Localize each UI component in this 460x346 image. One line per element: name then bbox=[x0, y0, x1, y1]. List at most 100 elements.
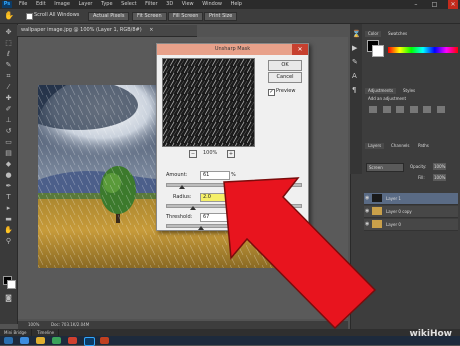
hand-tool-icon[interactable]: ✋ bbox=[3, 226, 14, 235]
eyedropper-tool-icon[interactable]: ⁄ bbox=[3, 83, 14, 92]
visibility-eye-icon[interactable]: ◉ bbox=[365, 206, 369, 217]
radius-input[interactable]: 2.0 bbox=[200, 193, 230, 202]
tab-color[interactable]: Color bbox=[365, 31, 382, 37]
zoom-tool-icon[interactable]: ⚲ bbox=[3, 237, 14, 246]
add-adjustment-label: Add an adjustment bbox=[368, 96, 407, 101]
minimize-button[interactable]: – bbox=[411, 0, 421, 9]
fill-field[interactable]: 100% bbox=[433, 174, 447, 181]
tab-adjustments[interactable]: Adjustments bbox=[365, 88, 397, 94]
actions-panel-icon[interactable]: ▶ bbox=[352, 44, 357, 52]
document-tab[interactable]: wallpaper image.jpg @ 100% (Layer 1, RGB… bbox=[17, 25, 197, 37]
shape-tool-icon[interactable]: ▬ bbox=[3, 215, 14, 224]
preview-checkbox[interactable]: ✓ bbox=[268, 89, 275, 96]
tab-swatches[interactable]: Swatches bbox=[385, 31, 411, 37]
menu-edit[interactable]: Edit bbox=[36, 0, 46, 9]
brush-tool-icon[interactable]: ✐ bbox=[3, 105, 14, 114]
history-panel-icon[interactable]: ⌛ bbox=[352, 30, 361, 38]
radius-slider[interactable] bbox=[166, 204, 302, 208]
path-select-tool-icon[interactable]: ▸ bbox=[3, 204, 14, 213]
crop-tool-icon[interactable]: ⌗ bbox=[3, 72, 14, 81]
layer-row[interactable]: ◉ Layer 0 bbox=[364, 219, 458, 231]
hue-saturation-adjustment-icon[interactable] bbox=[436, 106, 445, 113]
document-tab-close-button[interactable]: × bbox=[149, 27, 153, 33]
quick-select-tool-icon[interactable]: ✎ bbox=[3, 61, 14, 70]
tab-styles[interactable]: Styles bbox=[400, 88, 419, 94]
move-tool-icon[interactable]: ✥ bbox=[3, 28, 14, 37]
adjustment-icons-grid bbox=[367, 104, 455, 134]
lasso-tool-icon[interactable]: ℓ bbox=[3, 50, 14, 59]
menu-select[interactable]: Select bbox=[121, 0, 136, 9]
zoom-in-icon[interactable]: + bbox=[227, 150, 235, 158]
media-player-icon[interactable] bbox=[52, 337, 61, 344]
dialog-close-button[interactable]: ✕ bbox=[292, 44, 308, 55]
visibility-eye-icon[interactable]: ◉ bbox=[365, 193, 369, 204]
menu-window[interactable]: Window bbox=[202, 0, 222, 9]
exposure-adjustment-icon[interactable] bbox=[409, 106, 418, 113]
internet-explorer-icon[interactable] bbox=[20, 337, 29, 344]
menu-3d[interactable]: 3D bbox=[166, 0, 173, 9]
background-color-swatch[interactable] bbox=[7, 280, 16, 289]
radius-slider-handle[interactable] bbox=[189, 206, 196, 210]
powerpoint-icon[interactable] bbox=[100, 337, 109, 344]
tab-layers[interactable]: Layers bbox=[365, 143, 385, 149]
zoom-out-icon[interactable]: − bbox=[189, 150, 197, 158]
tab-timeline[interactable]: Timeline bbox=[33, 329, 60, 336]
dialog-title-bar[interactable]: Unsharp Mask ✕ bbox=[157, 44, 308, 55]
tab-paths[interactable]: Paths bbox=[415, 143, 432, 149]
gradient-tool-icon[interactable]: ▤ bbox=[3, 149, 14, 158]
color-spectrum-bar[interactable] bbox=[388, 47, 458, 53]
file-explorer-icon[interactable] bbox=[36, 337, 45, 344]
actual-pixels-button[interactable]: Actual Pixels bbox=[88, 12, 130, 21]
vibrance-adjustment-icon[interactable] bbox=[423, 106, 432, 113]
curves-adjustment-icon[interactable] bbox=[396, 106, 405, 113]
blend-mode-select[interactable]: Screen bbox=[366, 163, 404, 172]
fit-screen-button[interactable]: Fit Screen bbox=[132, 12, 167, 21]
pen-tool-icon[interactable]: ✒ bbox=[3, 182, 14, 191]
quick-mask-icon[interactable]: ◙ bbox=[3, 294, 14, 303]
type-tool-icon[interactable]: T bbox=[3, 193, 14, 202]
scroll-all-checkbox[interactable] bbox=[26, 13, 33, 20]
amount-slider-handle[interactable] bbox=[179, 185, 186, 189]
character-panel-icon[interactable]: A bbox=[352, 72, 357, 80]
filter-preview-image[interactable] bbox=[162, 58, 255, 147]
tab-channels[interactable]: Channels bbox=[388, 143, 413, 149]
menu-filter[interactable]: Filter bbox=[145, 0, 157, 9]
amount-input[interactable]: 61 bbox=[200, 171, 230, 180]
threshold-slider[interactable] bbox=[166, 224, 302, 228]
stamp-tool-icon[interactable]: ⊥ bbox=[3, 116, 14, 125]
amount-slider[interactable] bbox=[166, 183, 302, 187]
cancel-button[interactable]: Cancel bbox=[268, 72, 302, 83]
tab-mini-bridge[interactable]: Mini Bridge bbox=[0, 329, 32, 336]
healing-tool-icon[interactable]: ✚ bbox=[3, 94, 14, 103]
options-bar: ✋ Scroll All Windows Actual Pixels Fit S… bbox=[0, 9, 460, 24]
color-background-swatch[interactable] bbox=[372, 45, 384, 57]
maximize-button[interactable]: □ bbox=[429, 0, 439, 9]
menu-file[interactable]: File bbox=[19, 0, 27, 9]
layer-row[interactable]: ◉ Layer 1 bbox=[364, 193, 458, 205]
visibility-eye-icon[interactable]: ◉ bbox=[365, 219, 369, 230]
close-window-button[interactable]: ✕ bbox=[448, 0, 458, 9]
menu-image[interactable]: Image bbox=[54, 0, 70, 9]
threshold-input[interactable]: 67 bbox=[200, 213, 230, 222]
dodge-tool-icon[interactable]: ● bbox=[3, 171, 14, 180]
menu-help[interactable]: Help bbox=[231, 0, 242, 9]
opacity-field[interactable]: 100% bbox=[433, 163, 447, 170]
chrome-icon[interactable] bbox=[68, 337, 77, 344]
eraser-tool-icon[interactable]: ▭ bbox=[3, 138, 14, 147]
threshold-slider-handle[interactable] bbox=[197, 226, 204, 230]
print-size-button[interactable]: Print Size bbox=[204, 12, 238, 21]
menu-type[interactable]: Type bbox=[101, 0, 112, 9]
paragraph-panel-icon[interactable]: ¶ bbox=[352, 86, 356, 94]
fill-screen-button[interactable]: Fill Screen bbox=[168, 12, 204, 21]
layer-row[interactable]: ◉ Layer 0 copy bbox=[364, 206, 458, 218]
start-icon[interactable] bbox=[4, 337, 13, 344]
menu-layer[interactable]: Layer bbox=[79, 0, 93, 9]
ok-button[interactable]: OK bbox=[268, 60, 302, 71]
menu-view[interactable]: View bbox=[182, 0, 194, 9]
brush-panel-icon[interactable]: ✎ bbox=[352, 58, 358, 66]
marquee-tool-icon[interactable]: ⬚ bbox=[3, 39, 14, 48]
levels-adjustment-icon[interactable] bbox=[382, 106, 391, 113]
history-brush-tool-icon[interactable]: ↺ bbox=[3, 127, 14, 136]
blur-tool-icon[interactable]: ◆ bbox=[3, 160, 14, 169]
brightness-adjustment-icon[interactable] bbox=[369, 106, 377, 113]
